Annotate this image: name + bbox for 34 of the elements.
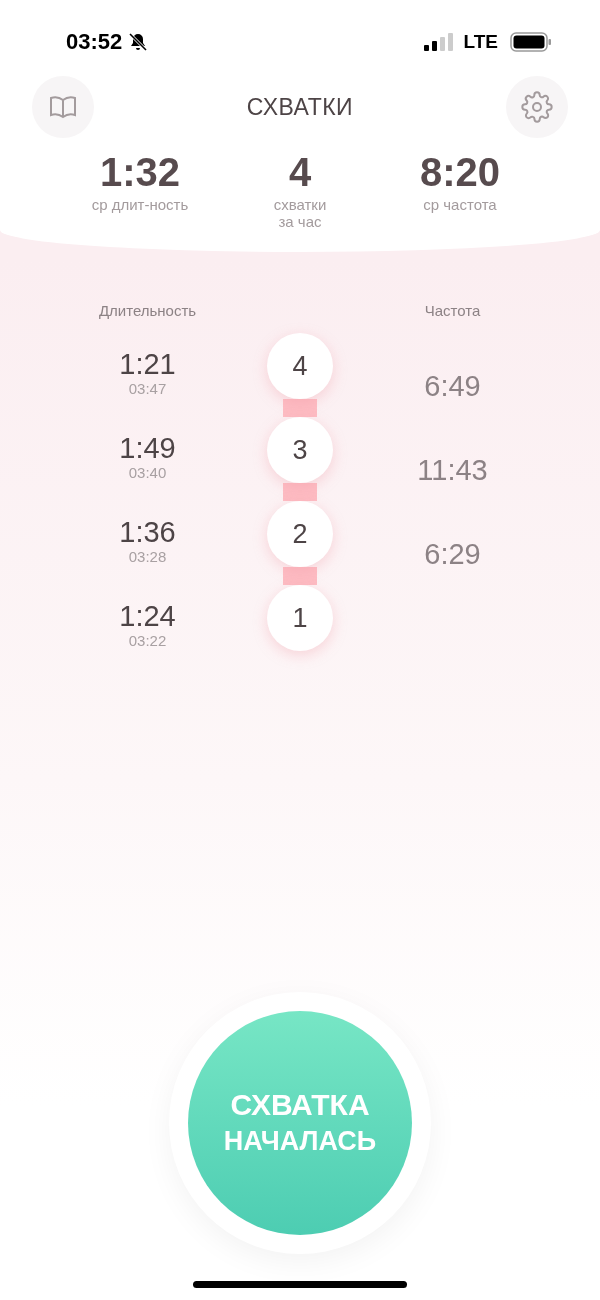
contraction-number[interactable]: 3 — [267, 417, 333, 483]
duration-value: 1:21 — [119, 347, 176, 380]
stat-label: ср частота — [423, 196, 497, 213]
battery-icon — [510, 32, 552, 52]
status-time: 03:52 — [66, 29, 123, 55]
screen-title: СХВАТКИ — [246, 93, 354, 121]
start-time: 03:28 — [128, 547, 167, 565]
frequency-value: 6:49 — [424, 368, 481, 404]
stat-value: 8:20 — [419, 149, 501, 196]
connector — [283, 567, 317, 585]
frequency-value: 6:29 — [424, 536, 481, 572]
column-heading: Длительность — [98, 302, 197, 321]
book-icon — [49, 95, 77, 119]
signal-icon — [423, 33, 454, 51]
settings-icon — [521, 91, 553, 123]
frequency-value: 11:43 — [417, 452, 488, 488]
contraction-number[interactable]: 2 — [267, 501, 333, 567]
stat-label: схватки за час — [272, 196, 328, 230]
contraction-number[interactable]: 4 — [267, 333, 333, 399]
bell-off-icon — [128, 32, 149, 52]
duration-value: 1:24 — [119, 599, 176, 632]
network-type: LTE — [463, 31, 498, 53]
stat-label: ср длит-ность — [91, 196, 189, 213]
duration-value: 1:49 — [119, 431, 176, 464]
stat-value: 1:32 — [99, 149, 181, 196]
start-time: 03:22 — [128, 631, 167, 649]
contraction-number[interactable]: 1 — [267, 585, 333, 651]
start-time: 03:40 — [128, 463, 167, 481]
stat-value: 4 — [288, 149, 312, 196]
connector — [283, 483, 317, 501]
duration-value: 1:36 — [119, 515, 176, 548]
connector — [283, 399, 317, 417]
column-heading: Частота — [424, 302, 481, 321]
start-time: 03:47 — [128, 379, 167, 397]
